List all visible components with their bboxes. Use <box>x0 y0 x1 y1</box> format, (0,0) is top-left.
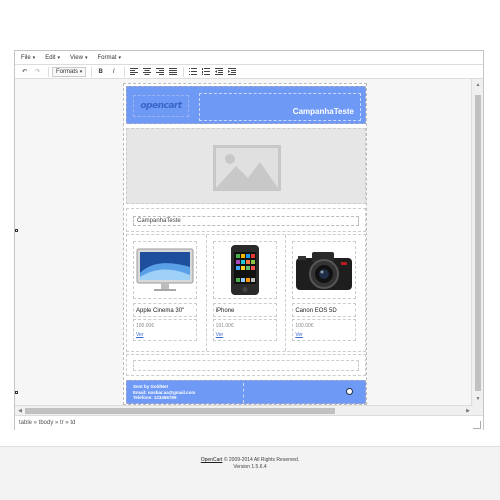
page-footer: OpenCart © 2009-2014 All Rights Reserved… <box>0 446 500 500</box>
product-info[interactable]: 101.00€ Ver <box>212 319 277 341</box>
product-price: 100.00€ <box>136 323 155 329</box>
align-justify-icon[interactable] <box>167 67 178 77</box>
email-header[interactable]: opencart CampanhaTeste <box>126 86 366 124</box>
editor-content-area[interactable]: opencart CampanhaTeste CampanhaTeste App… <box>15 79 473 405</box>
chevron-down-icon: ▾ <box>118 54 121 61</box>
element-path[interactable]: table » tbody » tr » td <box>19 420 75 426</box>
menu-file[interactable]: File ▾ <box>21 55 35 61</box>
undo-icon[interactable]: ↶ <box>19 67 30 77</box>
version-text: Version 1.5.6.4 <box>233 464 267 470</box>
editor-toolbar: ↶ ↷ Formats ▾ B I <box>15 65 483 79</box>
scrollbar-thumb[interactable] <box>25 408 335 414</box>
header-title: CampanhaTeste <box>292 107 354 116</box>
toolbar-divider <box>183 66 185 77</box>
empty-row[interactable] <box>126 354 366 376</box>
image-placeholder-icon <box>213 145 281 191</box>
product-name: Apple Cinema 30" <box>133 303 197 317</box>
italic-button[interactable]: I <box>108 67 119 77</box>
header-title-cell[interactable]: CampanhaTeste <box>199 93 361 121</box>
product-price: 101.00€ <box>215 323 234 329</box>
scrollbar-thumb[interactable] <box>475 95 481 391</box>
scroll-down-icon[interactable]: ▼ <box>474 395 482 403</box>
outdent-icon[interactable] <box>213 67 224 77</box>
product-name: iPhone <box>212 303 277 317</box>
resize-handle[interactable] <box>15 229 18 232</box>
product-info[interactable]: 100.00€ Ver <box>292 319 357 341</box>
resize-grip-icon[interactable] <box>473 421 481 429</box>
chevron-down-icon: ▾ <box>79 68 83 75</box>
product-image-iphone[interactable] <box>212 241 277 299</box>
numbered-list-icon[interactable] <box>200 67 211 77</box>
product-cell[interactable]: Canon EOS 5D 100.00€ Ver <box>286 235 365 351</box>
toolbar-divider <box>48 66 49 77</box>
banner-image-cell[interactable] <box>126 128 366 204</box>
chevron-down-icon: ▾ <box>57 54 61 61</box>
product-image-canon-eos[interactable] <box>292 241 357 299</box>
footer-social-icon[interactable] <box>346 388 353 395</box>
campaign-name-field[interactable]: CampanhaTeste <box>133 216 359 226</box>
product-view-link[interactable]: Ver <box>295 332 303 338</box>
store-logo[interactable]: opencart <box>133 95 189 117</box>
product-cell[interactable]: iPhone 101.00€ Ver <box>207 235 287 351</box>
menu-edit[interactable]: Edit ▾ <box>45 55 60 61</box>
product-view-link[interactable]: Ver <box>136 332 144 338</box>
footer-contact: Sent by GoldNet Email: nosbar.aa@gmail.c… <box>133 384 195 401</box>
align-left-icon[interactable] <box>128 67 139 77</box>
copyright-line: OpenCart © 2009-2014 All Rights Reserved… <box>0 457 500 464</box>
products-row[interactable]: Apple Cinema 30" 100.00€ Ver iPhone 101.… <box>126 234 366 352</box>
horizontal-scrollbar[interactable]: ◀ ▶ <box>15 405 473 415</box>
scroll-up-icon[interactable]: ▲ <box>474 81 482 89</box>
formats-dropdown[interactable]: Formats ▾ <box>52 66 87 77</box>
align-right-icon[interactable] <box>154 67 165 77</box>
campaign-name-row[interactable]: CampanhaTeste <box>126 208 366 232</box>
email-template-table[interactable]: opencart CampanhaTeste CampanhaTeste App… <box>123 83 367 405</box>
product-cell[interactable]: Apple Cinema 30" 100.00€ Ver <box>127 235 207 351</box>
align-center-icon[interactable] <box>141 67 152 77</box>
product-name: Canon EOS 5D <box>292 303 357 317</box>
product-price: 100.00€ <box>295 323 314 329</box>
product-image-apple-cinema[interactable] <box>133 241 197 299</box>
opencart-link[interactable]: OpenCart <box>201 457 223 463</box>
toolbar-divider <box>124 66 126 77</box>
product-info[interactable]: 100.00€ Ver <box>133 319 197 341</box>
email-footer[interactable]: Sent by GoldNet Email: nosbar.aa@gmail.c… <box>126 380 366 404</box>
vertical-scrollbar[interactable]: ▲ ▼ <box>471 79 483 405</box>
menu-format[interactable]: Format ▾ <box>97 55 121 61</box>
indent-icon[interactable] <box>226 67 237 77</box>
footer-cell-divider <box>243 383 244 403</box>
redo-icon[interactable]: ↷ <box>32 67 43 77</box>
editor-menubar: File ▾ Edit ▾ View ▾ Format ▾ <box>15 51 483 65</box>
product-view-link[interactable]: Ver <box>216 332 224 338</box>
footer-line: Telefone: 123456789 <box>133 395 177 400</box>
bold-button[interactable]: B <box>95 67 106 77</box>
chevron-down-icon: ▾ <box>84 54 88 61</box>
bullet-list-icon[interactable] <box>187 67 198 77</box>
rich-text-editor: File ▾ Edit ▾ View ▾ Format ▾ ↶ ↷ Formats ▾ … <box>14 50 484 431</box>
resize-handle[interactable] <box>15 391 18 394</box>
menu-view[interactable]: View ▾ <box>70 55 87 61</box>
element-path-bar: table » tbody » tr » td <box>15 415 483 431</box>
chevron-down-icon: ▾ <box>32 54 36 61</box>
toolbar-divider <box>91 66 93 77</box>
copyright-text: © 2009-2014 All Rights Reserved. <box>223 457 300 463</box>
empty-cell[interactable] <box>133 360 359 371</box>
